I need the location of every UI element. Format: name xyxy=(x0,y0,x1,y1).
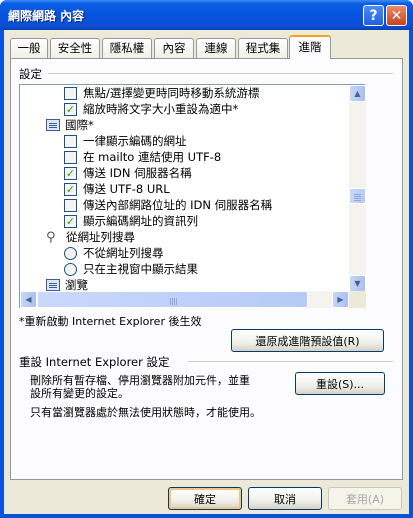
reset-description-line2: 設所有變更的設定。 xyxy=(30,387,129,400)
radio-button[interactable] xyxy=(64,262,77,276)
restore-defaults-button[interactable]: 還原成進階預設值(R) xyxy=(231,329,384,352)
list-item-label: 傳送 UTF-8 URL xyxy=(83,182,170,196)
settings-group-divider xyxy=(48,73,393,74)
list-item[interactable]: ✓ 傳送 UTF-8 URL xyxy=(64,181,170,197)
tab-security[interactable]: 安全性 xyxy=(50,38,100,58)
list-item[interactable]: 焦點/選擇變更時同時移動系統游標 xyxy=(64,85,259,101)
settings-list[interactable]: 焦點/選擇變更時同時移動系統游標 ✓ 縮放時將文字大小重設為適中* 國際* 一律… xyxy=(19,84,365,308)
category-heading: ⚲ 從網址列搜尋 xyxy=(46,229,135,245)
reset-group-divider xyxy=(188,361,393,362)
reset-button[interactable]: 重設(S)... xyxy=(295,372,385,395)
list-item[interactable]: 在 mailto 連結使用 UTF-8 xyxy=(64,149,221,165)
scroll-up-button[interactable]: ▲ xyxy=(349,85,366,102)
close-icon: ✕ xyxy=(390,7,403,24)
horizontal-scroll-thumb[interactable] xyxy=(37,291,308,308)
tab-connections[interactable]: 連線 xyxy=(196,38,236,58)
restart-note: *重新啟動 Internet Explorer 後生效 xyxy=(19,315,202,328)
dialog-body: 一般 安全性 隱私權 內容 連線 程式集 進階 設定 焦點/選擇變更時同時移動系… xyxy=(4,30,409,514)
radio-button[interactable] xyxy=(64,246,77,260)
thumb-grip xyxy=(354,194,361,202)
tab-programs[interactable]: 程式集 xyxy=(238,38,288,58)
help-button[interactable]: ? xyxy=(363,5,384,26)
vertical-scrollbar[interactable]: ▲ ▼ xyxy=(349,85,366,292)
cancel-button[interactable]: 取消 xyxy=(248,487,322,510)
list-item-label: 一律顯示編碼的網址 xyxy=(83,134,187,148)
close-button[interactable]: ✕ xyxy=(386,5,407,26)
scroll-down-button[interactable]: ▼ xyxy=(349,275,366,292)
tab-advanced[interactable]: 進階 xyxy=(289,35,331,59)
category-label: 國際* xyxy=(65,118,94,132)
window-title: 網際網路 內容 xyxy=(8,9,85,23)
list-item-label: 縮放時將文字大小重設為適中* xyxy=(83,102,239,116)
list-item[interactable]: ✓ 顯示編碼網址的資訊列 xyxy=(64,213,198,229)
thumb-grip xyxy=(170,296,178,309)
list-item-label: 傳送 IDN 伺服器名稱 xyxy=(83,166,192,180)
horizontal-scrollbar[interactable]: ◀ ▶ xyxy=(20,291,349,308)
checkbox-checked[interactable]: ✓ xyxy=(64,182,77,196)
list-icon xyxy=(46,119,60,131)
list-item-label: 不從網址列搜尋 xyxy=(83,246,164,260)
checkbox[interactable] xyxy=(64,198,77,212)
reset-group-label: 重設 Internet Explorer 設定 xyxy=(19,355,170,369)
list-item-label: 在 mailto 連結使用 UTF-8 xyxy=(83,150,222,164)
scrollbar-corner xyxy=(349,291,366,308)
category-heading: 國際* xyxy=(46,117,94,133)
category-label: 從網址列搜尋 xyxy=(66,230,135,244)
checkbox-checked[interactable]: ✓ xyxy=(64,102,77,116)
list-item-label: 顯示編碼網址的資訊列 xyxy=(83,214,198,228)
checkbox-checked[interactable]: ✓ xyxy=(64,166,77,180)
list-item[interactable]: 一律顯示編碼的網址 xyxy=(64,133,187,149)
checkbox[interactable] xyxy=(64,134,77,148)
list-item[interactable]: 不從網址列搜尋 xyxy=(64,245,164,261)
list-item[interactable]: 只在主視窗中顯示結果 xyxy=(64,261,198,277)
ok-button[interactable]: 確定 xyxy=(168,487,242,510)
apply-button[interactable]: 套用(A) xyxy=(328,487,402,510)
dialog-window: 網際網路 內容 ? ✕ 一般 安全性 隱私權 內容 連線 程式集 進階 設定 焦… xyxy=(0,0,413,518)
scroll-right-button[interactable]: ▶ xyxy=(332,291,349,308)
list-item[interactable]: ✓ 縮放時將文字大小重設為適中* xyxy=(64,101,238,117)
settings-group-label: 設定 xyxy=(19,67,42,81)
checkbox[interactable] xyxy=(64,86,77,100)
question-icon: ? xyxy=(369,7,378,24)
list-item-label: 傳送內部網路位址的 IDN 伺服器名稱 xyxy=(83,198,273,212)
list-icon xyxy=(46,279,60,291)
checkbox[interactable] xyxy=(64,150,77,164)
list-item[interactable]: 傳送內部網路位址的 IDN 伺服器名稱 xyxy=(64,197,272,213)
vertical-scroll-thumb[interactable] xyxy=(349,188,366,204)
list-item-label: 焦點/選擇變更時同時移動系統游標 xyxy=(83,86,260,100)
reset-footnote: 只有當瀏覽器處於無法使用狀態時，才能使用。 xyxy=(30,406,261,419)
search-icon: ⚲ xyxy=(46,229,56,245)
tab-content[interactable]: 內容 xyxy=(154,38,194,58)
checkbox-checked[interactable]: ✓ xyxy=(64,214,77,228)
list-item[interactable]: ✓ 傳送 IDN 伺服器名稱 xyxy=(64,165,192,181)
tab-privacy[interactable]: 隱私權 xyxy=(102,38,152,58)
title-bar[interactable]: 網際網路 內容 ? ✕ xyxy=(0,0,413,30)
scroll-left-button[interactable]: ◀ xyxy=(20,291,37,308)
list-item-label: 只在主視窗中顯示結果 xyxy=(83,262,198,276)
tab-general[interactable]: 一般 xyxy=(10,38,48,58)
